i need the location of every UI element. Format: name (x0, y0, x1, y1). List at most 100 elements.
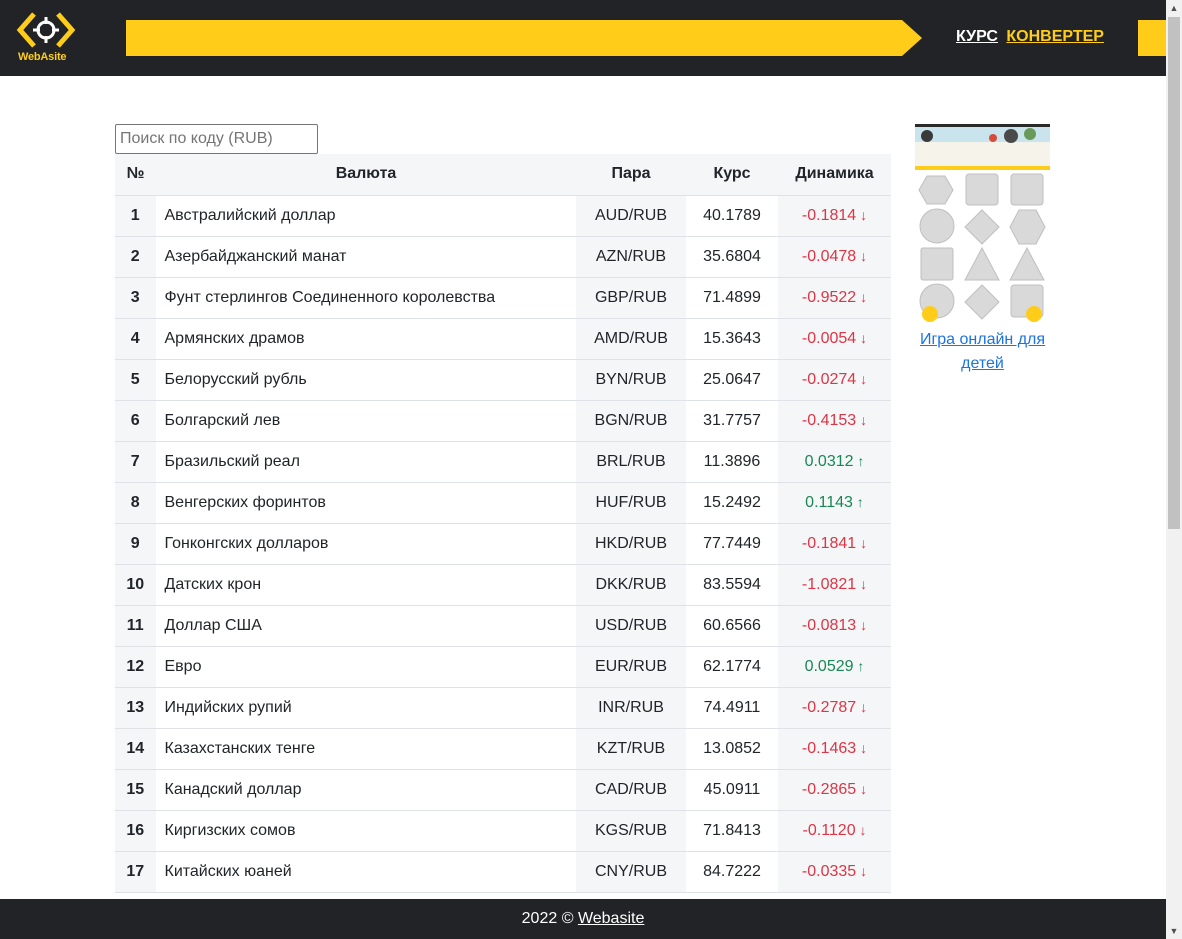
table-row: 2 Азербайджанский манат AZN/RUB 35.6804 -0.0… (115, 236, 891, 278)
currency-pair: BGN/RUB (576, 400, 686, 442)
header-rate: Курс (686, 154, 778, 196)
currency-name: Австралийский доллар (155, 195, 576, 237)
header-dynamics: Динамика (778, 154, 891, 196)
currency-pair: INR/RUB (576, 687, 686, 729)
dynamics-value: -0.0813 (801, 616, 857, 634)
currency-name: Китайских юаней (155, 851, 576, 893)
row-num: 2 (115, 236, 156, 278)
dynamics-value: -0.0335 (801, 862, 857, 880)
currency-dynamics: -0.0335 ↓ (778, 851, 891, 893)
currency-pair: HKD/RUB (576, 523, 686, 565)
currency-rate: 60.6566 (686, 605, 778, 647)
arrow-down-icon: ↓ (856, 206, 868, 223)
row-num: 3 (115, 277, 156, 319)
search-input[interactable] (115, 124, 318, 154)
ad-link-kids-game[interactable]: Игра онлайн для детей (910, 328, 1055, 376)
currency-name: Болгарский лев (155, 400, 576, 442)
row-num: 9 (115, 523, 156, 565)
dynamics-value: -0.2787 (801, 698, 857, 716)
currency-pair: GBP/RUB (576, 277, 686, 319)
dynamics-value: 0.0312 (804, 452, 854, 470)
currency-rate: 15.3643 (686, 318, 778, 360)
currency-pair: BYN/RUB (576, 359, 686, 401)
logo-text: WebAsite (18, 51, 67, 63)
site-logo[interactable]: WebAsite (14, 8, 78, 66)
row-num: 4 (115, 318, 156, 360)
row-num: 5 (115, 359, 156, 401)
currency-rate: 13.0852 (686, 728, 778, 770)
dynamics-value: -0.0478 (801, 247, 857, 265)
currency-dynamics: 0.1143 ↑ (778, 482, 891, 524)
table-row: 1 Австралийский доллар AUD/RUB 40.1789 -0.18… (115, 195, 891, 237)
table-header-row: № Валюта Пара Курс Динамика (115, 154, 891, 196)
nav-link-course[interactable]: КУРС (956, 28, 998, 45)
row-num: 8 (115, 482, 156, 524)
header-banner (126, 20, 922, 56)
table-row: 12 Евро EUR/RUB 62.1774 0.0529 ↑ (115, 646, 891, 688)
table-row: 13 Индийских рупий INR/RUB 74.4911 -0.2787 ↓ (115, 687, 891, 729)
currency-rate: 40.1789 (686, 195, 778, 237)
scroll-up-arrow-icon[interactable]: ▲ (1166, 0, 1182, 16)
currency-dynamics: -0.1120 ↓ (778, 810, 891, 852)
table-row: 14 Казахстанских тенге KZT/RUB 13.0852 -0.14… (115, 728, 891, 770)
currency-name: Азербайджанский манат (155, 236, 576, 278)
currency-dynamics: -0.1463 ↓ (778, 728, 891, 770)
row-num: 6 (115, 400, 156, 442)
main-nav: КУРС КОНВЕРТЕР (956, 28, 1108, 46)
currency-rate: 83.5594 (686, 564, 778, 606)
currency-dynamics: -0.2865 ↓ (778, 769, 891, 811)
scroll-thumb[interactable] (1168, 17, 1180, 529)
arrow-down-icon: ↓ (856, 616, 868, 633)
arrow-up-icon: ↑ (853, 452, 865, 469)
game-ad-image[interactable] (915, 124, 1050, 326)
currency-rate: 74.4911 (686, 687, 778, 729)
currency-dynamics: -0.2787 ↓ (778, 687, 891, 729)
page-scrollbar[interactable]: ▲ ▼ (1166, 0, 1182, 939)
currency-pair: AZN/RUB (576, 236, 686, 278)
currency-rate: 77.7449 (686, 523, 778, 565)
footer-copyright: 2022 © (521, 910, 574, 927)
dynamics-value: -1.0821 (801, 575, 857, 593)
currency-rate: 45.0911 (686, 769, 778, 811)
arrow-down-icon: ↓ (856, 698, 868, 715)
dynamics-value: -0.1814 (801, 206, 857, 224)
header-currency: Валюта (156, 154, 576, 196)
row-num: 11 (115, 605, 156, 647)
currency-pair: DKK/RUB (576, 564, 686, 606)
scroll-down-arrow-icon[interactable]: ▼ (1166, 923, 1182, 939)
nav-link-converter[interactable]: КОНВЕРТЕР (1006, 28, 1104, 45)
arrow-down-icon: ↓ (856, 329, 868, 346)
currency-name: Фунт стерлингов Соединенного королевства (155, 277, 576, 319)
currency-dynamics: -0.0478 ↓ (778, 236, 891, 278)
dynamics-value: -0.1120 (802, 821, 856, 839)
currency-name: Венгерских форинтов (155, 482, 576, 524)
table-row: 3 Фунт стерлингов Соединенного королевств… (115, 277, 891, 319)
arrow-down-icon: ↓ (856, 862, 868, 879)
arrow-down-icon: ↓ (856, 288, 868, 305)
table-row: 15 Канадский доллар CAD/RUB 45.0911 -0.2865 … (115, 769, 891, 811)
currency-pair: HUF/RUB (576, 482, 686, 524)
dynamics-value: -0.1463 (801, 739, 857, 757)
arrow-up-icon: ↑ (852, 493, 864, 510)
currency-pair: AUD/RUB (576, 195, 686, 237)
currency-dynamics: -0.0274 ↓ (778, 359, 891, 401)
table-row: 11 Доллар США USD/RUB 60.6566 -0.0813 ↓ (115, 605, 891, 647)
table-row: 6 Болгарский лев BGN/RUB 31.7757 -0.4153 ↓ (115, 400, 891, 442)
currency-name: Киргизских сомов (155, 810, 576, 852)
table-row: 8 Венгерских форинтов HUF/RUB 15.2492 0.1143… (115, 482, 891, 524)
arrow-down-icon: ↓ (855, 821, 867, 838)
currency-rate: 11.3896 (686, 441, 778, 483)
table-row: 16 Киргизских сомов KGS/RUB 71.8413 -0.1120 … (115, 810, 891, 852)
currency-rate: 71.4899 (686, 277, 778, 319)
header-accent-block (1138, 20, 1166, 56)
dynamics-value: -0.0054 (801, 329, 857, 347)
currency-dynamics: -1.0821 ↓ (778, 564, 891, 606)
arrow-up-icon: ↑ (853, 657, 865, 674)
currency-dynamics: -0.1814 ↓ (778, 195, 891, 237)
row-num: 16 (115, 810, 156, 852)
header-pair: Пара (576, 154, 686, 196)
currency-dynamics: -0.1841 ↓ (778, 523, 891, 565)
footer-link[interactable]: Webasite (578, 910, 644, 927)
currency-name: Гонконгских долларов (155, 523, 576, 565)
site-header: WebAsite КУРС КОНВЕРТЕР (0, 0, 1166, 76)
